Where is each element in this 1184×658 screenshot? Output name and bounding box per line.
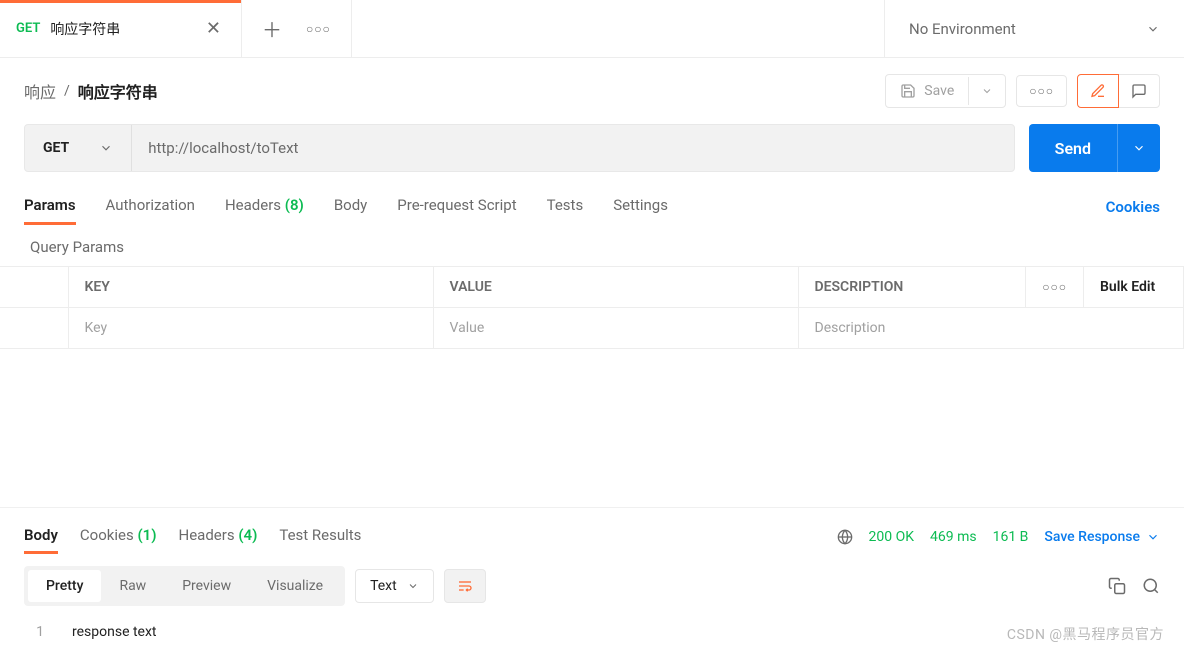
wrap-lines-icon[interactable] <box>444 569 486 603</box>
resp-tab-body[interactable]: Body <box>24 520 58 554</box>
status-code: 200 OK <box>869 529 915 545</box>
chevron-down-icon <box>99 141 113 155</box>
url-row: GET Send <box>0 124 1184 190</box>
chevron-down-icon <box>1146 22 1160 36</box>
description-cell[interactable]: Description <box>798 308 1184 349</box>
table-header-row: KEY VALUE DESCRIPTION ○○○ Bulk Edit <box>0 267 1184 308</box>
format-select[interactable]: Text <box>355 569 434 603</box>
view-pretty[interactable]: Pretty <box>28 570 101 602</box>
method-select[interactable]: GET <box>25 125 132 171</box>
th-value: VALUE <box>433 267 798 308</box>
url-input[interactable] <box>132 125 1013 171</box>
tab-params[interactable]: Params <box>24 190 76 224</box>
params-table: KEY VALUE DESCRIPTION ○○○ Bulk Edit Key … <box>0 266 1184 349</box>
save-disk-icon <box>900 83 916 99</box>
method-label: GET <box>43 140 69 156</box>
save-label: Save <box>924 83 954 99</box>
resp-tab-headers[interactable]: Headers (4) <box>179 520 258 554</box>
response-toolbar-right <box>1108 577 1160 595</box>
save-response-button[interactable]: Save Response <box>1044 529 1160 545</box>
globe-icon[interactable] <box>837 529 853 545</box>
response-text: response text <box>72 624 157 640</box>
tab-authorization[interactable]: Authorization <box>106 190 195 224</box>
copy-icon[interactable] <box>1108 577 1126 595</box>
tab-headers[interactable]: Headers (8) <box>225 190 304 224</box>
th-options[interactable]: ○○○ <box>1026 267 1084 308</box>
resp-tab-cookies[interactable]: Cookies (1) <box>80 520 157 554</box>
view-mode-tabs: Pretty Raw Preview Visualize <box>24 566 345 606</box>
save-button[interactable]: Save <box>885 74 1006 108</box>
save-dropdown[interactable] <box>968 77 1005 105</box>
edit-icon[interactable] <box>1077 74 1119 108</box>
breadcrumb: 响应 / 响应字符串 Save ○○○ <box>0 58 1184 124</box>
bulk-edit-button[interactable]: Bulk Edit <box>1084 267 1184 308</box>
breadcrumb-current: 响应字符串 <box>78 79 158 103</box>
send-label: Send <box>1029 124 1117 172</box>
more-tabs-icon[interactable]: ○○○ <box>306 22 331 36</box>
th-description: DESCRIPTION <box>798 267 1026 308</box>
tab-method-label: GET <box>16 21 40 36</box>
watermark: CSDN @黑马程序员官方 <box>1007 624 1164 644</box>
tab-tests[interactable]: Tests <box>547 190 584 224</box>
key-cell[interactable]: Key <box>68 308 433 349</box>
request-tab[interactable]: GET 响应字符串 ✕ <box>0 0 242 57</box>
send-button[interactable]: Send <box>1029 124 1160 172</box>
close-icon[interactable]: ✕ <box>202 14 225 43</box>
more-actions-button[interactable]: ○○○ <box>1016 75 1067 107</box>
line-number: 1 <box>24 624 44 640</box>
tab-settings[interactable]: Settings <box>613 190 668 224</box>
view-visualize[interactable]: Visualize <box>249 570 341 602</box>
resp-tab-tests[interactable]: Test Results <box>279 520 361 554</box>
breadcrumb-parent[interactable]: 响应 <box>24 79 56 103</box>
status-time: 469 ms <box>930 529 977 545</box>
env-label: No Environment <box>909 20 1016 38</box>
breadcrumb-sep: / <box>64 83 70 99</box>
tab-body[interactable]: Body <box>334 190 367 224</box>
tab-prerequest[interactable]: Pre-request Script <box>397 190 516 224</box>
cookies-link[interactable]: Cookies <box>1106 198 1160 216</box>
status-size: 161 B <box>993 529 1029 545</box>
view-raw[interactable]: Raw <box>101 570 164 602</box>
response-status: 200 OK 469 ms 161 B Save Response <box>837 529 1161 545</box>
response-tabs: Body Cookies (1) Headers (4) Test Result… <box>0 512 1184 554</box>
value-cell[interactable]: Value <box>433 308 798 349</box>
top-bar: GET 响应字符串 ✕ ＋ ○○○ No Environment <box>0 0 1184 58</box>
comment-icon[interactable] <box>1119 74 1160 108</box>
query-params-title: Query Params <box>0 224 1184 266</box>
view-preview[interactable]: Preview <box>164 570 249 602</box>
request-tabs: Params Authorization Headers (8) Body Pr… <box>0 190 1184 224</box>
environment-select[interactable]: No Environment <box>884 0 1184 57</box>
tab-title: 响应字符串 <box>50 19 192 39</box>
breadcrumb-actions: Save ○○○ <box>885 74 1160 108</box>
tab-extras: ＋ ○○○ <box>242 0 352 57</box>
response-toolbar: Pretty Raw Preview Visualize Text <box>0 554 1184 618</box>
send-dropdown[interactable] <box>1117 124 1160 172</box>
th-key: KEY <box>68 267 433 308</box>
search-icon[interactable] <box>1142 577 1160 595</box>
method-url-group: GET <box>24 124 1015 172</box>
table-row[interactable]: Key Value Description <box>0 308 1184 349</box>
plus-icon[interactable]: ＋ <box>262 14 282 43</box>
